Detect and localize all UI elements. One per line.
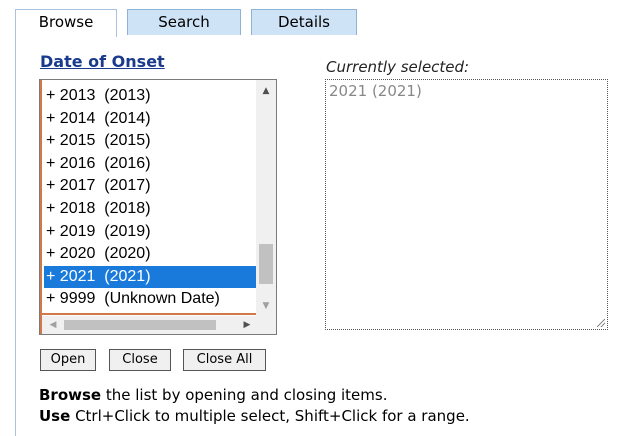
currently-selected-box[interactable]: 2021 (2021) — [325, 79, 608, 330]
scroll-up-arrow-icon[interactable]: ▲ — [256, 82, 276, 100]
tab-search[interactable]: Search — [127, 9, 241, 35]
help-text: Browse the list by opening and closing i… — [39, 385, 619, 427]
scrollbar-corner — [256, 316, 276, 334]
resize-grip-icon[interactable] — [597, 319, 605, 327]
tab-bar: Browse Search Details — [15, 9, 615, 37]
date-of-onset-heading[interactable]: Date of Onset — [40, 52, 165, 71]
help-line-2: Use Ctrl+Click to multiple select, Shift… — [39, 407, 470, 425]
tab-browse[interactable]: Browse — [15, 9, 117, 37]
list-item[interactable]: + 2019 (2019) — [44, 221, 257, 244]
list-item[interactable]: + 2013 (2013) — [44, 85, 257, 108]
list-item-selected[interactable]: + 2021 (2021) — [44, 265, 257, 289]
currently-selected-label: Currently selected: — [326, 58, 470, 76]
selected-value: 2021 (2021) — [329, 82, 422, 100]
close-all-button[interactable]: Close All — [183, 349, 266, 371]
list-item[interactable]: + 2015 (2015) — [44, 130, 257, 153]
vertical-scroll-thumb[interactable] — [259, 244, 273, 284]
date-listbox[interactable]: + 2013 (2013) + 2014 (2014) + 2015 (2015… — [39, 79, 277, 335]
list-item[interactable]: + 2016 (2016) — [44, 153, 257, 176]
list-bottom-border — [40, 313, 259, 315]
close-button[interactable]: Close — [109, 349, 171, 371]
list-item[interactable]: + 2018 (2018) — [44, 198, 257, 221]
open-button[interactable]: Open — [40, 349, 96, 371]
list-item[interactable]: + 2014 (2014) — [44, 108, 257, 131]
horizontal-scrollbar[interactable]: ◀ ▶ — [42, 316, 258, 334]
help-line-1: Browse the list by opening and closing i… — [39, 386, 388, 404]
list-item[interactable]: + 9999 (Unknown Date) — [44, 288, 257, 311]
list-items: + 2013 (2013) + 2014 (2014) + 2015 (2015… — [44, 85, 257, 311]
scroll-down-arrow-icon[interactable]: ▼ — [256, 297, 276, 315]
tab-details[interactable]: Details — [251, 9, 357, 35]
list-item[interactable]: + 2017 (2017) — [44, 175, 257, 198]
scroll-left-arrow-icon[interactable]: ◀ — [44, 316, 62, 334]
vertical-scrollbar[interactable]: ▲ ▼ — [256, 80, 276, 317]
scroll-right-arrow-icon[interactable]: ▶ — [238, 316, 256, 334]
horizontal-scroll-thumb[interactable] — [64, 320, 216, 330]
list-left-border — [40, 80, 42, 334]
list-item[interactable]: + 2020 (2020) — [44, 243, 257, 266]
